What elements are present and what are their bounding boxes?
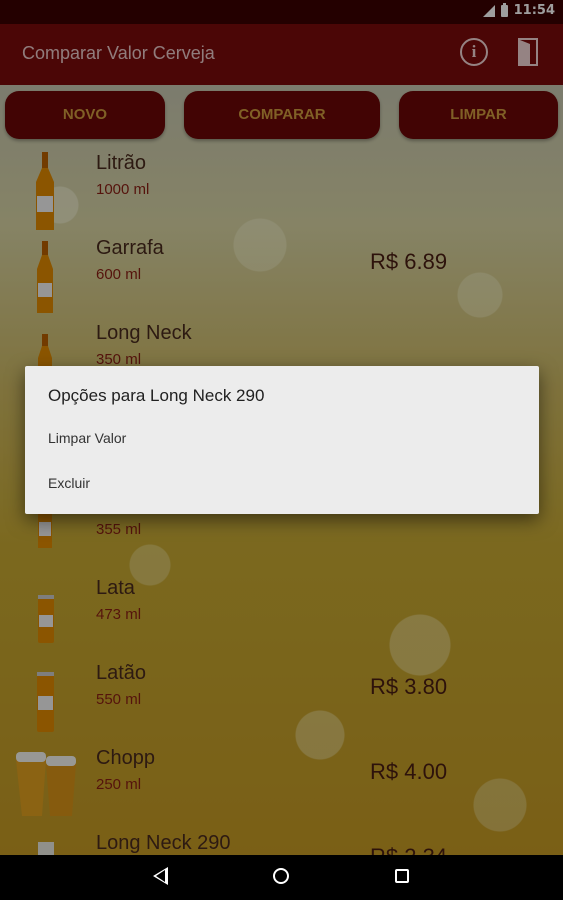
navigation-bar [0, 855, 563, 900]
back-icon[interactable] [153, 867, 168, 885]
dialog-title: Opções para Long Neck 290 [48, 386, 265, 405]
recent-apps-icon[interactable] [395, 869, 409, 883]
limpar-valor-option[interactable]: Limpar Valor [48, 430, 126, 446]
excluir-option[interactable]: Excluir [48, 475, 90, 491]
home-icon[interactable] [273, 868, 289, 884]
options-dialog: Opções para Long Neck 290 Limpar Valor E… [25, 366, 539, 514]
